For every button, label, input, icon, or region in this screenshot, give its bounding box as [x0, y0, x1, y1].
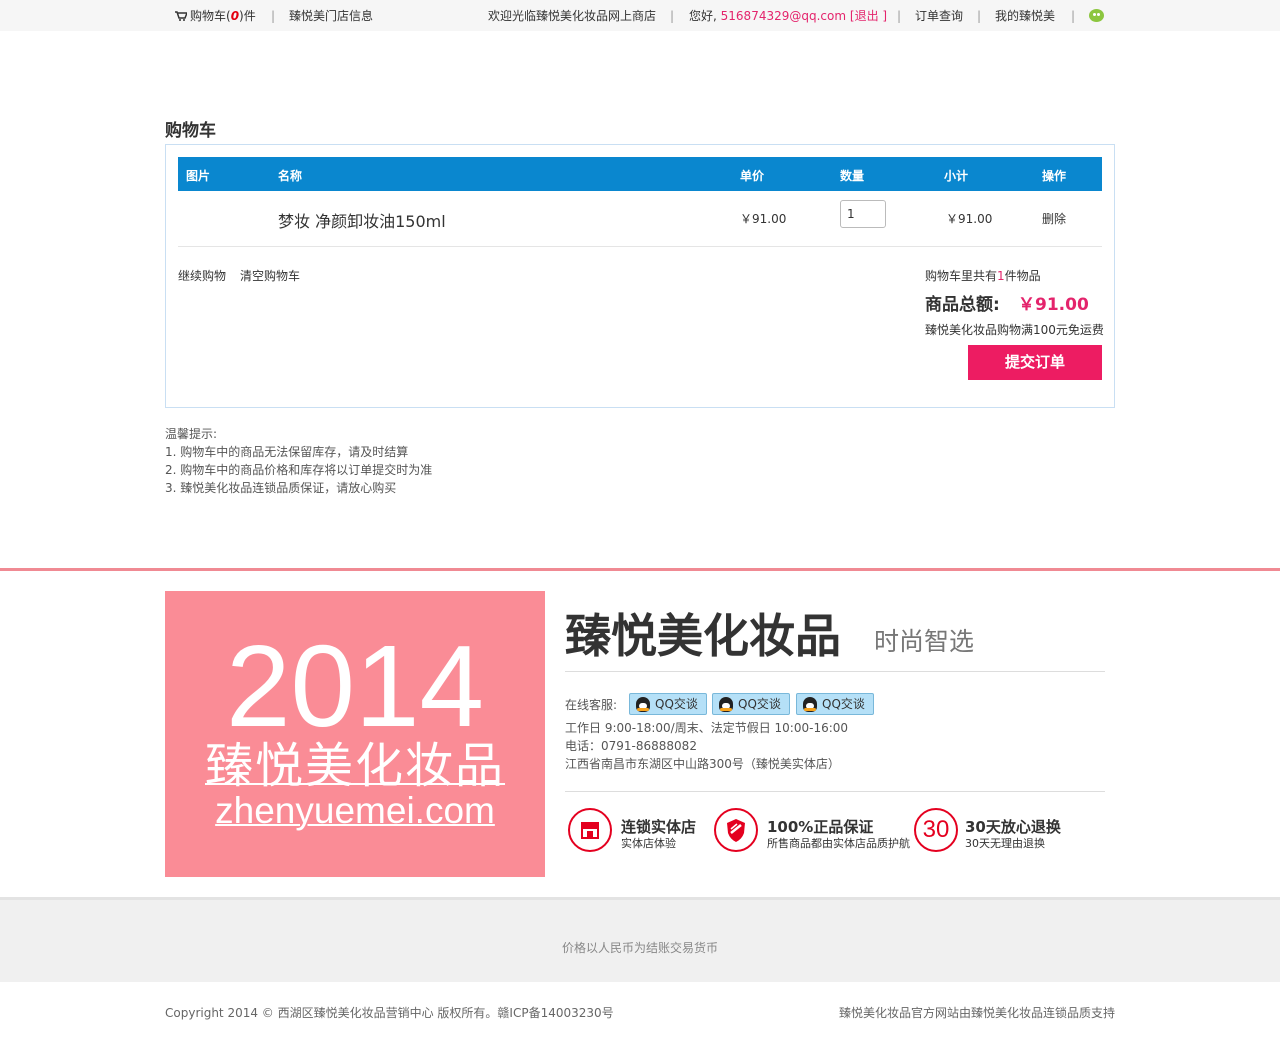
- table-row: 梦妆 净颜卸妆油150ml ￥91.00 ￥91.00 删除: [178, 191, 1102, 247]
- copyright: Copyright 2014 © 西湖区臻悦美化妆品营销中心 版权所有。赣ICP…: [165, 1006, 614, 1020]
- qq-chat-button[interactable]: QQ交谈: [712, 693, 790, 715]
- qq-button-label: QQ交谈: [655, 697, 698, 711]
- qq-chat-button[interactable]: QQ交谈: [796, 693, 874, 715]
- qq-icon: [636, 697, 650, 712]
- working-hours: 工作日 9:00-18:00/周末、法定节假日 10:00-16:00: [565, 721, 849, 735]
- column-header: 图片: [186, 169, 211, 183]
- tips-section: 温馨提示: 1. 购物车中的商品无法保留库存，请及时结算 2. 购物车中的商品价…: [165, 425, 432, 497]
- store-icon: [568, 808, 612, 852]
- column-header: 操作: [1042, 169, 1067, 183]
- tip-line: 3. 臻悦美化妆品连锁品质保证，请放心购买: [165, 481, 397, 495]
- clear-cart-link[interactable]: 清空购物车: [240, 267, 300, 284]
- currency-note: 价格以人民币为结账交易货币: [561, 941, 718, 955]
- cart-prefix: 购物车(: [190, 9, 231, 23]
- page-title: 购物车: [165, 121, 216, 141]
- shipping-note: 臻悦美化妆品购物满100元免运费: [925, 323, 1104, 337]
- logout-link[interactable]: 退出: [855, 9, 879, 23]
- tips-title: 温馨提示:: [165, 427, 218, 441]
- brand-subtitle: 时尚智选: [874, 627, 975, 656]
- qq-button-label: QQ交谈: [738, 697, 781, 711]
- separator: |: [1071, 9, 1076, 23]
- currency-band: 价格以人民币为结账交易货币: [0, 897, 1280, 982]
- badge-title: 30天放心退换: [965, 818, 1061, 836]
- column-header: 名称: [278, 169, 303, 183]
- separator: |: [271, 9, 276, 23]
- footer-divider: [0, 568, 1280, 571]
- cart-icon: [175, 9, 189, 21]
- user-email[interactable]: 516874329@qq.com: [721, 9, 846, 23]
- subtotal: ￥91.00: [946, 212, 993, 226]
- logout-bracket-close: ]: [882, 9, 888, 23]
- logo-cn: 臻悦美化妆品: [205, 738, 506, 794]
- cart-count: 0: [230, 9, 240, 23]
- badge-title: 连锁实体店: [621, 818, 697, 836]
- qq-icon: [719, 697, 733, 712]
- badge-title: 100%正品保证: [767, 818, 874, 836]
- cart-link[interactable]: 购物车(0)件: [175, 8, 256, 24]
- unit-price: ￥91.00: [740, 212, 787, 226]
- submit-order-button[interactable]: 提交订单: [968, 345, 1102, 380]
- delete-link[interactable]: 删除: [1042, 210, 1066, 227]
- separator: |: [670, 9, 675, 23]
- tip-line: 1. 购物车中的商品无法保留库存，请及时结算: [165, 445, 409, 459]
- divider: [565, 671, 1105, 672]
- qq-icon: [803, 697, 817, 712]
- phone: 电话：0791-86888082: [565, 739, 697, 753]
- support-note: 臻悦美化妆品官方网站由臻悦美化妆品连锁品质支持: [838, 1006, 1115, 1020]
- order-query-link[interactable]: 订单查询: [915, 8, 963, 24]
- divider: [565, 791, 1105, 792]
- separator: |: [977, 9, 982, 23]
- my-account-link[interactable]: 我的臻悦美: [995, 8, 1055, 24]
- quantity-input[interactable]: [840, 200, 886, 228]
- count-value: 1: [997, 269, 1005, 283]
- badge-subtitle: 30天无理由退换: [965, 837, 1045, 850]
- shield-icon: [714, 808, 758, 852]
- column-header: 单价: [740, 169, 765, 183]
- cart-suffix: )件: [239, 9, 256, 23]
- badge-subtitle: 所售商品都由实体店品质护航: [767, 837, 910, 850]
- qq-chat-button[interactable]: QQ交谈: [629, 693, 707, 715]
- top-bar: 购物车(0)件 | 臻悦美门店信息 欢迎光临臻悦美化妆品网上商店 | 您好, 5…: [0, 0, 1280, 31]
- badge-subtitle: 实体店体验: [621, 837, 676, 850]
- total-amount: ￥91.00: [1018, 295, 1089, 315]
- count-suffix: 件物品: [1004, 269, 1041, 283]
- cart-table-header: 图片 名称 单价 数量 小计 操作: [178, 157, 1102, 191]
- store-info-link[interactable]: 臻悦美门店信息: [289, 8, 373, 24]
- continue-shopping-link[interactable]: 继续购物: [178, 267, 226, 284]
- count-prefix: 购物车里共有: [925, 269, 998, 283]
- tip-line: 2. 购物车中的商品价格和库存将以订单提交时为准: [165, 463, 433, 477]
- user-greeting: 您好, 516874329@qq.com [退出 ]: [689, 8, 887, 24]
- cart-panel: 图片 名称 单价 数量 小计 操作 梦妆 净颜卸妆油150ml ￥91.00 ￥…: [165, 144, 1115, 408]
- logo-en: zhenyuemei.com: [215, 790, 495, 831]
- item-count: 购物车里共有1件物品: [925, 267, 1041, 284]
- column-header: 小计: [944, 169, 969, 183]
- contact-label: 在线客服:: [565, 698, 618, 712]
- column-header: 数量: [840, 169, 865, 183]
- welcome-text: 欢迎光临臻悦美化妆品网上商店: [488, 9, 657, 23]
- greeting-text: 您好,: [689, 9, 717, 23]
- product-name[interactable]: 梦妆 净颜卸妆油150ml: [278, 208, 446, 232]
- address: 江西省南昌市东湖区中山路300号（臻悦美实体店）: [565, 757, 840, 771]
- total-label: 商品总额:: [925, 295, 1000, 315]
- brand-title: 臻悦美化妆品: [565, 609, 841, 663]
- thirty-days-icon: 30: [914, 808, 958, 852]
- separator: |: [897, 9, 902, 23]
- qq-button-label: QQ交谈: [822, 697, 865, 711]
- wechat-icon[interactable]: [1089, 9, 1104, 22]
- brand-logo: 2014 臻悦美化妆品 zhenyuemei.com: [165, 591, 545, 877]
